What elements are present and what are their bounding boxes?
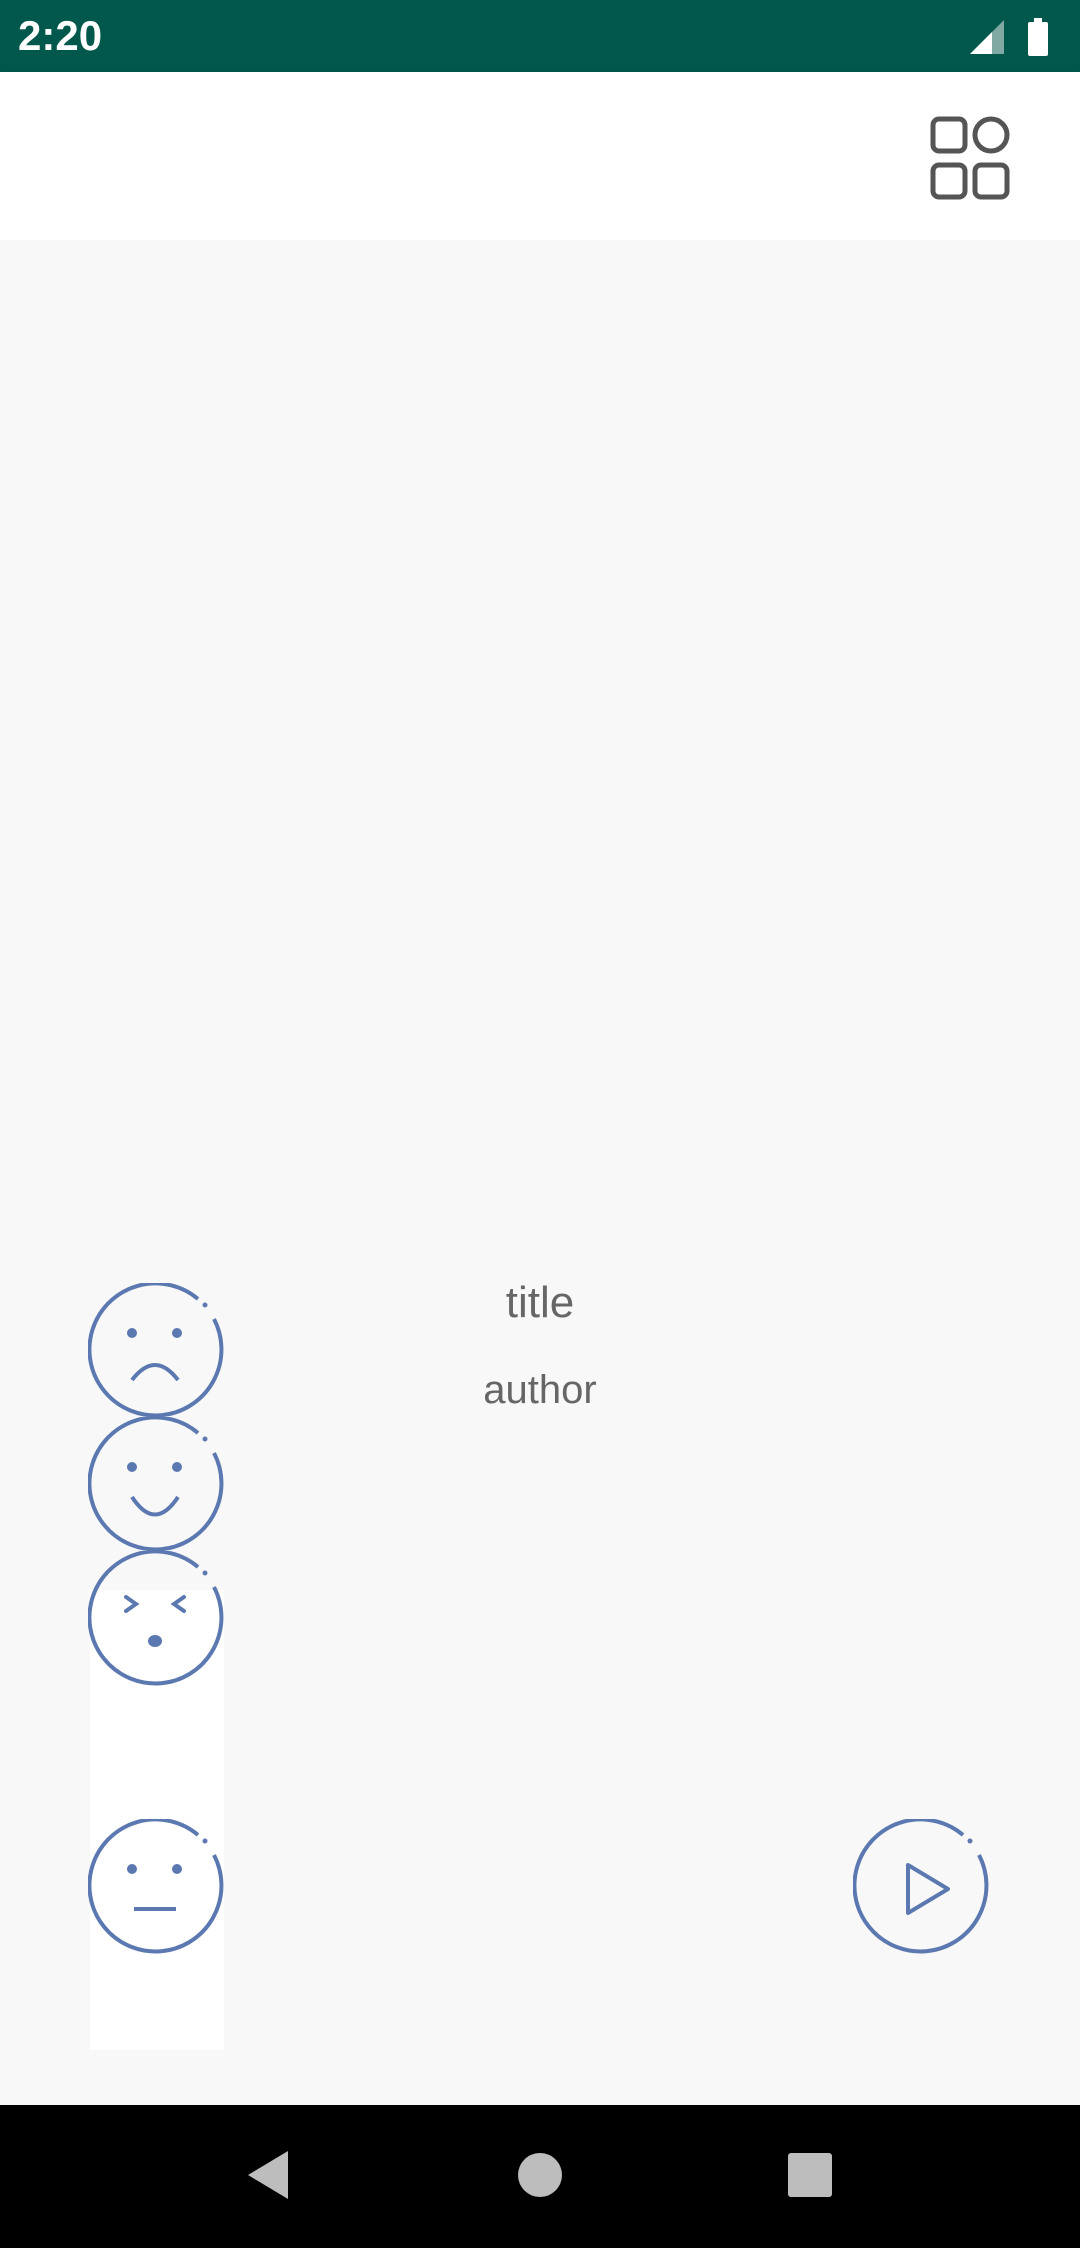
home-icon[interactable] <box>510 2145 570 2205</box>
happy-face-icon[interactable] <box>88 1417 228 1557</box>
system-nav-bar <box>0 2105 1080 2248</box>
dizzy-face-icon[interactable] <box>88 1551 228 1691</box>
recents-icon[interactable] <box>780 2145 840 2205</box>
sad-face-icon[interactable] <box>88 1283 228 1423</box>
battery-icon <box>1028 18 1048 56</box>
player-content: title author <box>0 240 1080 2105</box>
status-time: 2:20 <box>18 12 103 59</box>
status-icons <box>970 18 1048 56</box>
grid-view-icon[interactable] <box>928 114 1018 204</box>
app-bar <box>0 72 1080 240</box>
back-icon[interactable] <box>240 2145 300 2205</box>
neutral-face-icon[interactable] <box>88 1819 228 1959</box>
play-icon[interactable] <box>853 1819 993 1959</box>
signal-icon <box>970 20 1004 54</box>
status-bar: 2:20 <box>0 0 1080 72</box>
